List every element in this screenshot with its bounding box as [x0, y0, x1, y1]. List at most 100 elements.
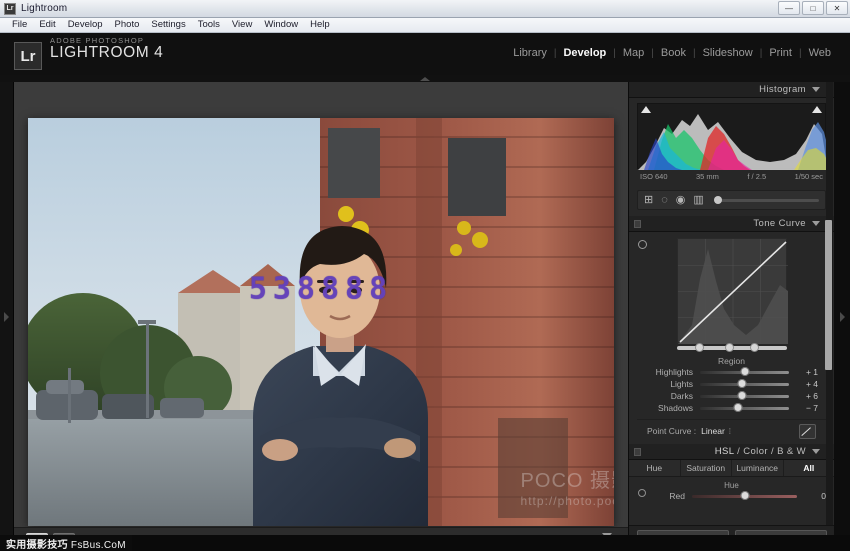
chevron-down-icon[interactable] — [812, 87, 820, 92]
module-slideshow[interactable]: Slideshow — [696, 47, 760, 59]
maximize-button[interactable]: □ — [802, 1, 824, 15]
chevron-down-icon[interactable] — [812, 221, 820, 226]
slider-label-shadows: Shadows — [645, 403, 693, 413]
slider-track-highlights[interactable] — [700, 371, 789, 374]
hsl-title-bw[interactable]: B & W — [777, 446, 806, 457]
module-library[interactable]: Library — [506, 47, 554, 59]
slider-track-shadows[interactable] — [700, 407, 789, 410]
tone-range-handle-highlights[interactable] — [750, 343, 759, 352]
tone-curve-body: Region Highlights + 1 Lights + 4 D — [629, 232, 834, 444]
right-panel: Histogram — [628, 82, 834, 551]
right-panel-scrollbar-track[interactable] — [826, 82, 833, 551]
tone-curve-range-rail[interactable] — [677, 346, 787, 350]
spot-removal-icon[interactable]: ◌ — [661, 195, 668, 206]
minimize-button[interactable]: — — [778, 1, 800, 15]
slider-row-red: Red 0 — [629, 490, 834, 502]
slider-knob-red[interactable] — [740, 491, 749, 500]
photo-image[interactable]: 538888 POCO 摄影专题 http://photo.poco.cn/ — [28, 118, 614, 526]
right-panel-scrollbar-thumb[interactable] — [825, 220, 832, 370]
histogram-title: Histogram — [759, 84, 806, 95]
highlight-clipping-icon[interactable] — [812, 106, 822, 113]
red-eye-correction-icon[interactable]: ◉ — [676, 195, 686, 206]
histogram-panel-header[interactable]: Histogram — [629, 82, 834, 98]
slider-track-red[interactable] — [692, 495, 797, 498]
tool-slider[interactable] — [714, 199, 819, 202]
tone-range-handle-midtones[interactable] — [725, 343, 734, 352]
menu-help[interactable]: Help — [304, 18, 336, 32]
slider-label-lights: Lights — [645, 379, 693, 389]
hsl-title-sep2: / — [771, 446, 774, 457]
tone-curve-plot — [678, 239, 788, 344]
panel-switch-icon[interactable] — [634, 448, 641, 456]
exif-aperture: f / 2.5 — [747, 172, 766, 181]
status-watermark-en: FsBus.CoM — [71, 540, 126, 551]
chevron-up-icon — [420, 77, 430, 81]
slider-row-darks: Darks + 6 — [637, 390, 826, 402]
chevron-right-icon — [4, 312, 9, 322]
chevron-down-icon[interactable] — [812, 449, 820, 454]
menu-photo[interactable]: Photo — [109, 18, 146, 32]
hsl-tab-hue[interactable]: Hue — [629, 460, 681, 476]
menu-edit[interactable]: Edit — [33, 18, 61, 32]
watermark-poco-text: POCO 摄影专题 — [521, 470, 614, 492]
app-icon: Lr — [4, 3, 16, 15]
menu-tools[interactable]: Tools — [192, 18, 226, 32]
module-web[interactable]: Web — [802, 47, 838, 59]
edit-point-curve-button[interactable] — [799, 424, 816, 439]
tone-curve-panel-header[interactable]: Tone Curve — [629, 216, 834, 232]
brand-lightroom-4: LIGHTROOM 4 — [50, 44, 163, 62]
shadow-clipping-icon[interactable] — [641, 106, 651, 113]
slider-knob-darks[interactable] — [737, 391, 746, 400]
lightroom-window: Lr Lightroom — □ ✕ File Edit Develop Pho… — [0, 0, 850, 551]
tone-range-handle-shadows[interactable] — [695, 343, 704, 352]
module-print[interactable]: Print — [762, 47, 799, 59]
lightroom-app: Lr ADOBE PHOTOSHOP LIGHTROOM 4 Library |… — [0, 33, 850, 551]
menu-bar: File Edit Develop Photo Settings Tools V… — [0, 18, 850, 33]
close-button[interactable]: ✕ — [826, 1, 848, 15]
crop-overlay-icon[interactable]: ⊞ — [644, 195, 653, 206]
tool-slider-knob[interactable] — [714, 196, 722, 204]
lightroom-logo-icon: Lr — [14, 42, 42, 70]
hsl-section-label: Hue — [629, 481, 834, 490]
hsl-title-sep1: / — [737, 446, 740, 457]
hsl-panel-header[interactable]: HSL / Color / B & W — [629, 444, 834, 460]
slider-knob-lights[interactable] — [737, 379, 746, 388]
histogram-graph[interactable] — [637, 103, 826, 169]
graduated-filter-icon[interactable]: ▥ — [693, 195, 703, 206]
targeted-adjustment-icon[interactable] — [638, 240, 647, 249]
menu-settings[interactable]: Settings — [145, 18, 191, 32]
point-curve-dropdown-icon[interactable]: ⁞ — [729, 427, 731, 436]
slider-knob-highlights[interactable] — [740, 367, 749, 376]
module-map[interactable]: Map — [616, 47, 651, 59]
slider-track-lights[interactable] — [700, 383, 789, 386]
window-controls: — □ ✕ — [778, 1, 848, 15]
histogram-body: ISO 640 35 mm f / 2.5 1/50 sec — [629, 98, 834, 185]
menu-window[interactable]: Window — [258, 18, 304, 32]
watermark-poco-url: http://photo.poco.cn/ — [521, 494, 614, 508]
slider-knob-shadows[interactable] — [734, 403, 743, 412]
exif-focal-length: 35 mm — [696, 172, 719, 181]
targeted-adjustment-icon[interactable] — [638, 489, 646, 497]
module-book[interactable]: Book — [654, 47, 693, 59]
panel-switch-icon[interactable] — [634, 220, 641, 228]
slider-label-darks: Darks — [645, 391, 693, 401]
top-panel-collapse-strip[interactable] — [0, 75, 850, 82]
right-panel-collapse-strip[interactable] — [834, 82, 850, 551]
left-panel-collapse-strip[interactable] — [0, 82, 14, 551]
point-curve-value[interactable]: Linear — [701, 426, 725, 436]
slider-value-red: 0 — [804, 491, 826, 501]
hsl-tab-luminance[interactable]: Luminance — [732, 460, 784, 476]
histogram-curves — [638, 104, 828, 170]
slider-track-darks[interactable] — [700, 395, 789, 398]
menu-develop[interactable]: Develop — [62, 18, 109, 32]
hsl-tab-saturation[interactable]: Saturation — [681, 460, 733, 476]
hsl-title-color[interactable]: Color — [743, 446, 768, 457]
status-bar: 实用摄影技巧 FsBus.CoM — [0, 535, 850, 551]
hsl-title-hsl[interactable]: HSL — [715, 446, 734, 457]
hsl-body: Hue Red 0 — [629, 477, 834, 502]
menu-view[interactable]: View — [226, 18, 258, 32]
module-develop[interactable]: Develop — [556, 47, 613, 59]
menu-file[interactable]: File — [6, 18, 33, 32]
slider-value-highlights: + 1 — [796, 367, 818, 377]
tone-curve-graph[interactable] — [677, 238, 787, 343]
